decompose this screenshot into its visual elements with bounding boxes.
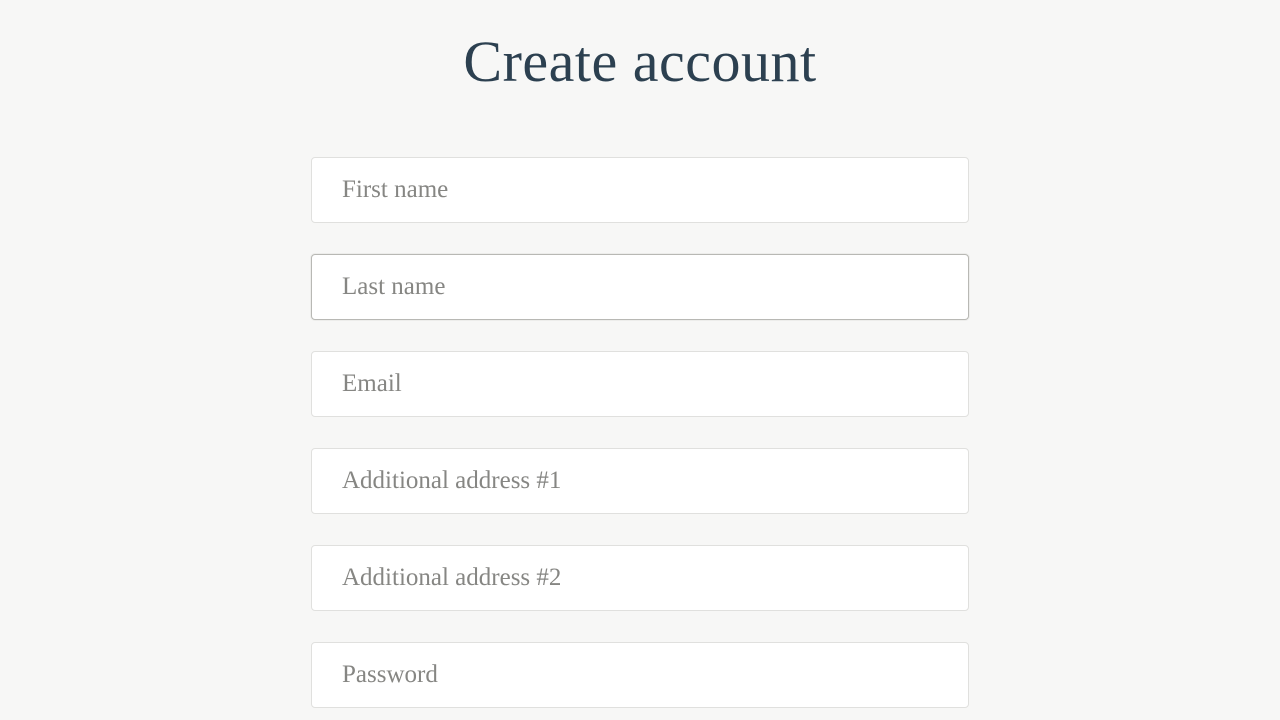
email-field[interactable] bbox=[311, 351, 969, 417]
first-name-field[interactable] bbox=[311, 157, 969, 223]
address1-field[interactable] bbox=[311, 448, 969, 514]
password-field[interactable] bbox=[311, 642, 969, 708]
page-title: Create account bbox=[463, 28, 816, 95]
registration-container: Create account bbox=[0, 0, 1280, 708]
address2-field[interactable] bbox=[311, 545, 969, 611]
last-name-field[interactable] bbox=[311, 254, 969, 320]
create-account-form bbox=[311, 157, 969, 708]
